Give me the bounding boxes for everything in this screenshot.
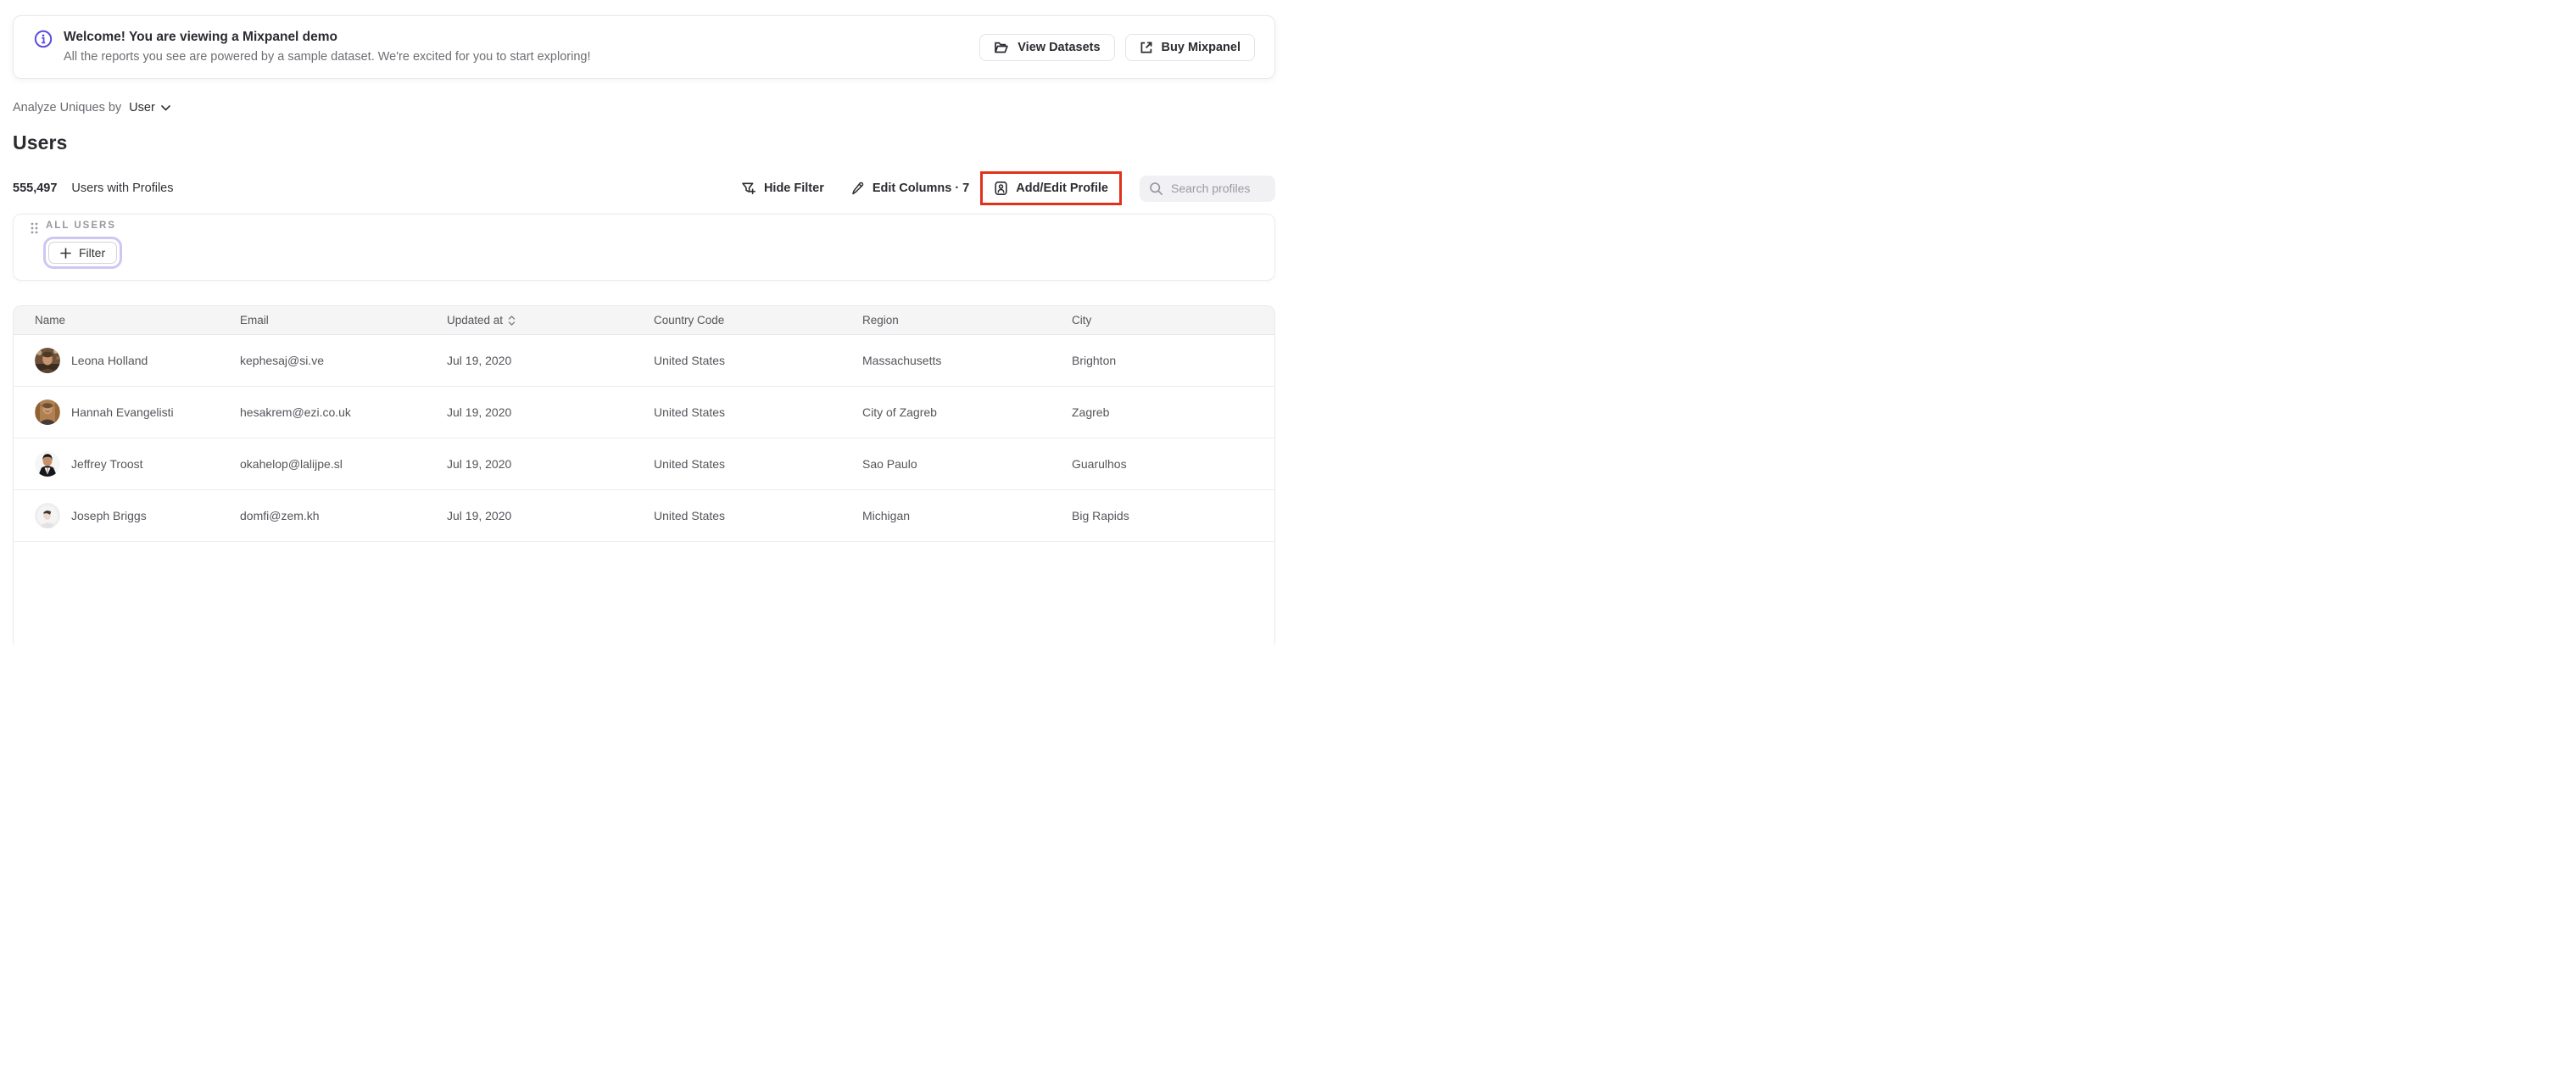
table-row[interactable]: Hannah Evangelisti hesakrem@ezi.co.uk Ju… [14,387,1274,438]
user-region: City of Zagreb [862,405,937,419]
user-email: hesakrem@ezi.co.uk [240,405,351,419]
view-datasets-label: View Datasets [1018,40,1101,54]
pencil-icon [850,182,865,196]
add-filter-label: Filter [79,246,106,260]
folder-icon [994,41,1009,54]
table-row[interactable]: Jeffrey Troost okahelop@lalijpe.sl Jul 1… [14,438,1274,490]
table-row[interactable]: Leona Holland kephesaj@si.ve Jul 19, 202… [14,335,1274,387]
view-datasets-button[interactable]: View Datasets [979,33,1115,61]
users-table: Name Email Updated at Country Code Regio… [13,305,1275,645]
add-filter-button[interactable]: Filter [48,242,118,264]
user-region: Sao Paulo [862,457,917,471]
avatar [35,348,60,373]
sort-icon [508,315,516,326]
filter-funnel-icon [741,182,756,196]
user-country: United States [654,457,726,471]
user-name: Leona Holland [71,354,148,367]
avatar [35,399,60,425]
user-city: Big Rapids [1072,509,1129,522]
search-icon [1149,182,1163,196]
hide-filter-label: Hide Filter [763,182,824,195]
user-email: domfi@zem.kh [240,509,320,522]
external-link-icon [1140,41,1153,54]
user-city: Brighton [1072,354,1117,367]
user-country: United States [654,405,726,419]
table-header-row: Name Email Updated at Country Code Regio… [14,306,1274,335]
column-header-country-code[interactable]: Country Code [654,314,862,327]
buy-mixpanel-button[interactable]: Buy Mixpanel [1124,33,1255,61]
user-region: Massachusetts [862,354,942,367]
user-country: United States [654,354,726,367]
add-edit-profile-button[interactable]: Add/Edit Profile [994,181,1108,196]
plus-icon [60,247,71,259]
user-name: Hannah Evangelisti [71,405,174,419]
banner-title: Welcome! You are viewing a Mixpanel demo [64,30,338,44]
banner-subtitle: All the reports you see are powered by a… [64,50,591,64]
users-page: Welcome! You are viewing a Mixpanel demo… [0,0,1288,645]
table-row[interactable]: Joseph Briggs domfi@zem.kh Jul 19, 2020 … [14,490,1274,542]
user-name: Joseph Briggs [71,509,147,522]
analyze-by-select[interactable]: User [129,101,170,114]
info-icon [34,30,53,48]
column-header-city[interactable]: City [1072,314,1274,327]
avatar [35,503,60,528]
annotation-highlight: Add/Edit Profile [980,171,1122,205]
user-country: United States [654,509,726,522]
user-updated-at: Jul 19, 2020 [447,457,512,471]
user-name: Jeffrey Troost [71,457,143,471]
avatar [35,451,60,477]
demo-banner: Welcome! You are viewing a Mixpanel demo… [13,15,1275,79]
search-profiles-box [1140,175,1275,202]
hide-filter-button[interactable]: Hide Filter [741,182,824,196]
user-updated-at: Jul 19, 2020 [447,405,512,419]
column-header-name[interactable]: Name [35,314,240,327]
column-header-email[interactable]: Email [240,314,447,327]
profiles-count: 555,497 [13,182,58,195]
column-header-region[interactable]: Region [862,314,1072,327]
user-updated-at: Jul 19, 2020 [447,354,512,367]
filter-focus-ring: Filter [43,237,123,269]
analyze-uniques-label: Analyze Uniques by [13,101,122,114]
drag-handle-icon[interactable] [30,221,39,235]
user-email: okahelop@lalijpe.sl [240,457,343,471]
all-users-label: ALL USERS [46,221,116,231]
user-city: Zagreb [1072,405,1110,419]
user-region: Michigan [862,509,911,522]
edit-columns-button[interactable]: Edit Columns · 7 [850,182,969,196]
profile-badge-icon [994,181,1008,196]
profiles-count-label: Users with Profiles [71,182,174,195]
user-city: Guarulhos [1072,457,1127,471]
buy-mixpanel-label: Buy Mixpanel [1161,40,1241,54]
user-updated-at: Jul 19, 2020 [447,509,512,522]
user-email: kephesaj@si.ve [240,354,325,367]
add-edit-profile-label: Add/Edit Profile [1016,182,1108,195]
chevron-down-icon [160,104,170,111]
analyze-by-value: User [129,101,155,114]
page-title: Users [13,131,68,154]
column-header-updated-at[interactable]: Updated at [447,314,654,327]
filter-group-card: ALL USERS Filter [13,214,1275,281]
search-input[interactable] [1171,182,1271,195]
edit-columns-label: Edit Columns · 7 [872,182,970,195]
